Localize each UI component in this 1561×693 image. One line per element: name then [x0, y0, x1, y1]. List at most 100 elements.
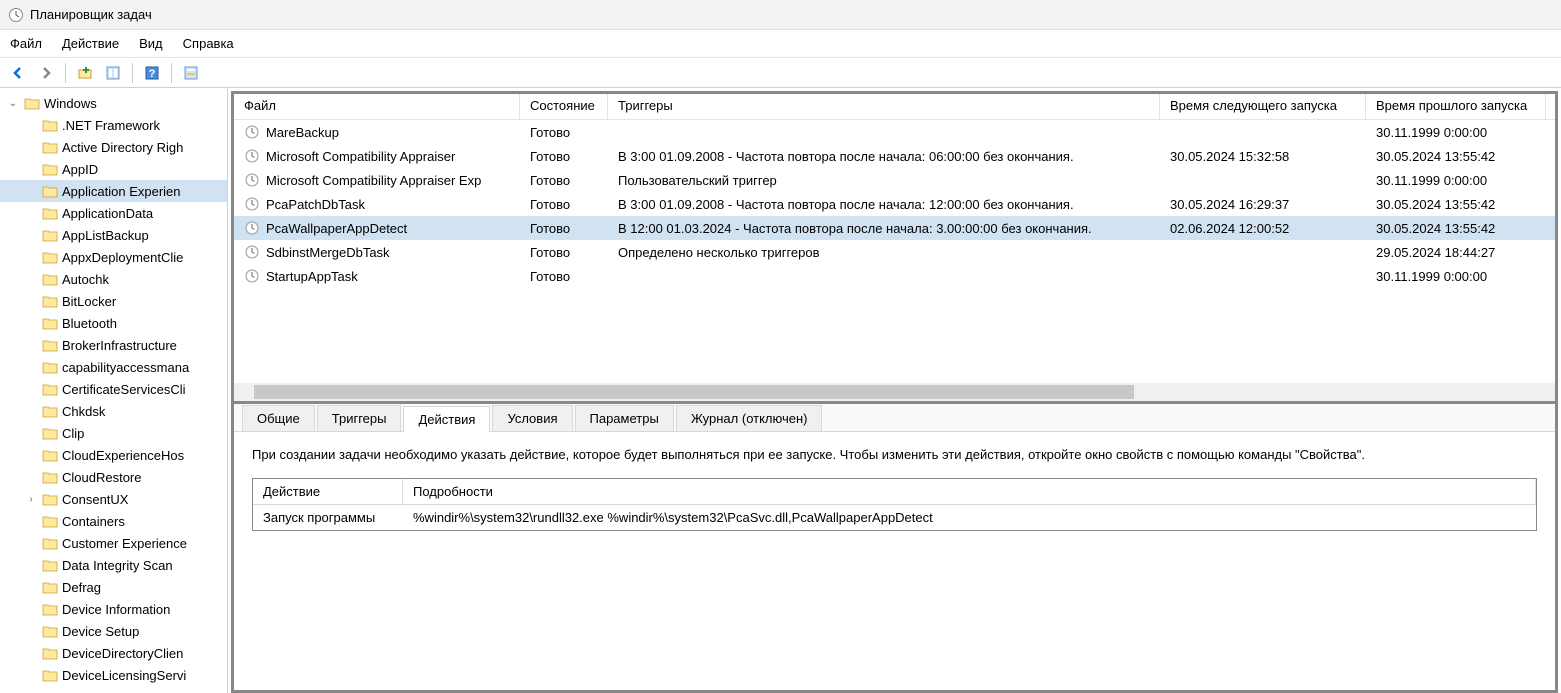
folder-icon: [42, 250, 58, 264]
tree-label: BitLocker: [62, 294, 116, 309]
folder-icon: [42, 580, 58, 594]
folder-icon: [42, 558, 58, 572]
task-detail-panel: ОбщиеТриггерыДействияУсловияПараметрыЖур…: [234, 404, 1555, 690]
col-file[interactable]: Файл: [234, 94, 520, 119]
toolbar-help-icon[interactable]: ?: [140, 61, 164, 85]
task-next-cell: 30.05.2024 15:32:58: [1160, 147, 1366, 166]
task-row[interactable]: MareBackupГотово30.11.1999 0:00:00: [234, 120, 1555, 144]
tree-item[interactable]: AppxDeploymentClie: [0, 246, 227, 268]
folder-icon: [42, 294, 58, 308]
tree-label: CloudExperienceHos: [62, 448, 184, 463]
task-list-body[interactable]: MareBackupГотово30.11.1999 0:00:00Micros…: [234, 120, 1555, 383]
tree-item[interactable]: DeviceLicensingServi: [0, 664, 227, 686]
tree-item[interactable]: AppListBackup: [0, 224, 227, 246]
expand-icon[interactable]: ›: [24, 494, 38, 505]
toolbar-new-folder-icon[interactable]: [73, 61, 97, 85]
tree-label: Clip: [62, 426, 84, 441]
tree-item[interactable]: DeviceDirectoryClien: [0, 642, 227, 664]
task-next-cell: [1160, 130, 1366, 134]
col-state[interactable]: Состояние: [520, 94, 608, 119]
tree-item[interactable]: .NET Framework: [0, 114, 227, 136]
task-row[interactable]: Microsoft Compatibility Appraiser ExpГот…: [234, 168, 1555, 192]
tree-item[interactable]: AppID: [0, 158, 227, 180]
tree-item[interactable]: BrokerInfrastructure: [0, 334, 227, 356]
col-details[interactable]: Подробности: [403, 479, 1536, 504]
folder-icon: [42, 360, 58, 374]
tree-panel[interactable]: ⌄Windows .NET Framework Active Directory R…: [0, 88, 228, 693]
tree-item[interactable]: Bluetooth: [0, 312, 227, 334]
tree-label: Bluetooth: [62, 316, 117, 331]
detail-tab[interactable]: Триггеры: [317, 405, 402, 431]
detail-tab[interactable]: Общие: [242, 405, 315, 431]
tree-item[interactable]: BitLocker: [0, 290, 227, 312]
tree-item[interactable]: CloudExperienceHos: [0, 444, 227, 466]
col-action[interactable]: Действие: [253, 479, 403, 504]
detail-tab[interactable]: Условия: [492, 405, 572, 431]
task-row[interactable]: Microsoft Compatibility AppraiserГотовоВ…: [234, 144, 1555, 168]
col-next-run[interactable]: Время следующего запуска: [1160, 94, 1366, 119]
task-name-cell: SdbinstMergeDbTask: [234, 242, 520, 262]
tree-item[interactable]: CloudRestore: [0, 466, 227, 488]
action-row[interactable]: Запуск программы%windir%\system32\rundll…: [253, 505, 1536, 530]
tree-label: AppxDeploymentClie: [62, 250, 183, 265]
task-row[interactable]: SdbinstMergeDbTaskГотовоОпределено неско…: [234, 240, 1555, 264]
tree-item[interactable]: ›ConsentUX: [0, 488, 227, 510]
detail-tab[interactable]: Журнал (отключен): [676, 405, 823, 431]
tree-item[interactable]: ApplicationData: [0, 202, 227, 224]
detail-tab[interactable]: Действия: [403, 406, 490, 432]
task-row[interactable]: StartupAppTaskГотово30.11.1999 0:00:00: [234, 264, 1555, 288]
action-details-cell: %windir%\system32\rundll32.exe %windir%\…: [403, 505, 1536, 530]
menu-action[interactable]: Действие: [62, 36, 119, 51]
folder-icon: [42, 272, 58, 286]
tree-item[interactable]: Data Integrity Scan: [0, 554, 227, 576]
tree-label: CloudRestore: [62, 470, 142, 485]
task-trigger-cell: В 12:00 01.03.2024 - Частота повтора пос…: [608, 219, 1160, 238]
folder-icon: [42, 404, 58, 418]
collapse-icon[interactable]: ⌄: [6, 98, 20, 109]
menu-file[interactable]: Файл: [10, 36, 42, 51]
toolbar-view2-icon[interactable]: [179, 61, 203, 85]
menu-view[interactable]: Вид: [139, 36, 163, 51]
task-trigger-cell: Определено несколько триггеров: [608, 243, 1160, 262]
col-triggers[interactable]: Триггеры: [608, 94, 1160, 119]
tree-item[interactable]: Containers: [0, 510, 227, 532]
nav-forward-button[interactable]: [34, 61, 58, 85]
tree-item[interactable]: Device Setup: [0, 620, 227, 642]
task-row[interactable]: PcaWallpaperAppDetectГотовоВ 12:00 01.03…: [234, 216, 1555, 240]
col-last-run[interactable]: Время прошлого запуска: [1366, 94, 1546, 119]
tree-root-windows[interactable]: ⌄Windows: [0, 92, 227, 114]
task-last-cell: 30.05.2024 13:55:42: [1366, 195, 1546, 214]
tree-item[interactable]: capabilityaccessmana: [0, 356, 227, 378]
tree-label: .NET Framework: [62, 118, 160, 133]
tree-label: DeviceDirectoryClien: [62, 646, 183, 661]
task-row[interactable]: PcaPatchDbTaskГотовоВ 3:00 01.09.2008 - …: [234, 192, 1555, 216]
detail-tab[interactable]: Параметры: [575, 405, 674, 431]
toolbar-view1-icon[interactable]: [101, 61, 125, 85]
tree-item[interactable]: Clip: [0, 422, 227, 444]
tree-label: Chkdsk: [62, 404, 105, 419]
task-list-panel: Файл Состояние Триггеры Время следующего…: [234, 94, 1555, 404]
toolbar: ?: [0, 58, 1561, 88]
horizontal-scrollbar[interactable]: [234, 383, 1555, 401]
tree-item[interactable]: Active Directory Righ: [0, 136, 227, 158]
task-trigger-cell: [608, 130, 1160, 134]
tree-item[interactable]: Customer Experience: [0, 532, 227, 554]
tree-item[interactable]: Device Information: [0, 598, 227, 620]
window-title: Планировщик задач: [30, 7, 152, 22]
scroll-thumb[interactable]: [254, 385, 1134, 399]
task-name-cell: Microsoft Compatibility Appraiser Exp: [234, 170, 520, 190]
tree-label: Autochk: [62, 272, 109, 287]
tree-item[interactable]: Application Experien: [0, 180, 227, 202]
folder-icon: [42, 426, 58, 440]
tree-item[interactable]: Chkdsk: [0, 400, 227, 422]
action-type-cell: Запуск программы: [253, 505, 403, 530]
menu-help[interactable]: Справка: [183, 36, 234, 51]
nav-back-button[interactable]: [6, 61, 30, 85]
folder-icon: [42, 448, 58, 462]
folder-icon: [42, 470, 58, 484]
tree-item[interactable]: Autochk: [0, 268, 227, 290]
tree-item[interactable]: Defrag: [0, 576, 227, 598]
tree-item[interactable]: CertificateServicesCli: [0, 378, 227, 400]
task-next-cell: [1160, 274, 1366, 278]
tree-label: Device Setup: [62, 624, 139, 639]
